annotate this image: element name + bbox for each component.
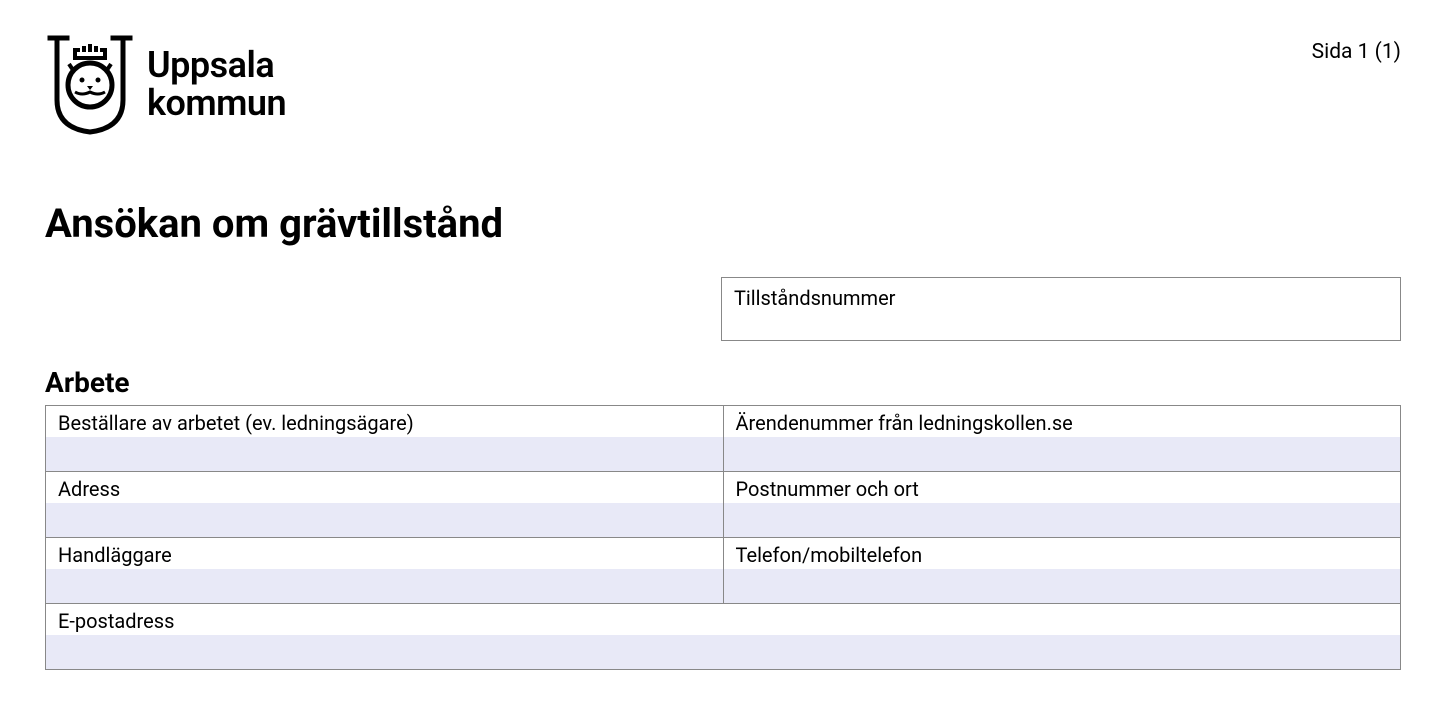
arbete-form-table: Beställare av arbetet (ev. ledningsägare…	[45, 405, 1401, 670]
field-input-arendenummer[interactable]	[724, 437, 1401, 471]
field-label-postnummer: Postnummer och ort	[724, 472, 1401, 503]
field-label-telefon: Telefon/mobiltelefon	[724, 538, 1401, 569]
section-title-arbete: Arbete	[45, 366, 1401, 399]
page-title: Ansökan om grävtillstånd	[45, 200, 1401, 247]
field-input-telefon[interactable]	[724, 569, 1401, 603]
logo-line2: kommun	[147, 85, 286, 123]
field-label-epost: E-postadress	[46, 604, 1400, 635]
document-header: Uppsala kommun Sida 1 (1)	[45, 30, 1401, 140]
permit-number-box: Tillståndsnummer	[721, 277, 1401, 341]
field-input-bestallare[interactable]	[46, 437, 723, 471]
permit-number-row: Tillståndsnummer	[45, 277, 1401, 341]
field-label-adress: Adress	[46, 472, 723, 503]
field-input-postnummer[interactable]	[724, 503, 1401, 537]
logo-text: Uppsala kommun	[147, 47, 286, 123]
logo-line1: Uppsala	[147, 47, 286, 85]
logo: Uppsala kommun	[45, 30, 286, 140]
field-label-handlaggare: Handläggare	[46, 538, 723, 569]
field-input-adress[interactable]	[46, 503, 723, 537]
field-input-epost[interactable]	[46, 635, 1400, 669]
page-number: Sida 1 (1)	[1312, 30, 1401, 64]
field-input-handlaggare[interactable]	[46, 569, 723, 603]
permit-number-label: Tillståndsnummer	[734, 286, 895, 310]
field-label-bestallare: Beställare av arbetet (ev. ledningsägare…	[46, 406, 723, 437]
uppsala-shield-icon	[45, 30, 135, 140]
field-label-arendenummer: Ärendenummer från ledningskollen.se	[724, 406, 1401, 437]
